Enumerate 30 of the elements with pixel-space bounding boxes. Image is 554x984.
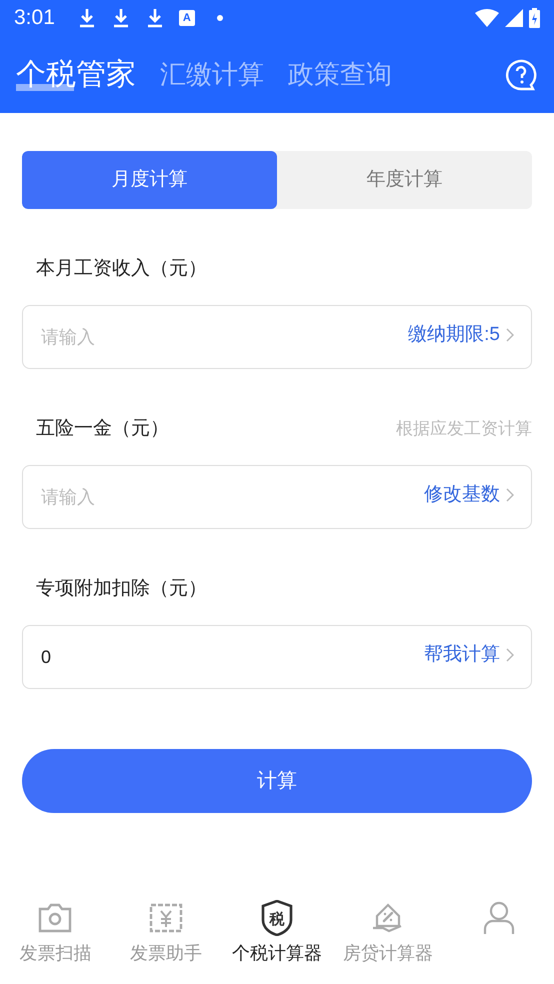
field-label: 五险一金（元）	[36, 416, 169, 441]
nav-tab[interactable]: 房贷计算器	[332, 900, 444, 967]
mode-tab[interactable]: 年度计算	[277, 151, 532, 209]
status-time: 3:01	[14, 5, 55, 32]
field-label: 专项附加扣除（元）	[36, 576, 207, 601]
header-tab[interactable]: 个税管家	[16, 56, 136, 94]
person-icon	[482, 901, 516, 935]
header-tab[interactable]: 汇缴计算	[160, 58, 264, 91]
field-action-link[interactable]: 修改基数	[424, 481, 514, 510]
header-tab[interactable]: 政策查询	[288, 58, 392, 91]
field-action-link[interactable]: 缴纳期限:5	[408, 321, 514, 350]
nav-tab[interactable]: 税 个税计算器	[222, 900, 332, 967]
signal-icon	[505, 9, 523, 27]
field-action-link[interactable]: 帮我计算	[424, 641, 514, 670]
field-label: 本月工资收入（元）	[36, 256, 207, 281]
wifi-icon	[475, 9, 499, 27]
camera-icon	[38, 903, 72, 933]
nav-tab[interactable]: 发票助手	[110, 900, 222, 967]
nav-tab[interactable]: 发票扫描	[0, 900, 111, 967]
calculate-button[interactable]: 计算	[22, 749, 532, 813]
chevron-icon	[506, 328, 514, 342]
chevron-icon	[506, 648, 514, 662]
help-icon[interactable]	[504, 58, 538, 92]
battery-icon	[529, 8, 540, 28]
hint-text: 根据应发工资计算	[396, 418, 532, 440]
app-notification-icon: A	[178, 10, 195, 26]
chevron-icon	[506, 488, 514, 502]
mode-tab[interactable]: 月度计算	[22, 151, 277, 209]
ticket-icon	[149, 903, 184, 933]
shield-icon: 税	[260, 900, 293, 936]
